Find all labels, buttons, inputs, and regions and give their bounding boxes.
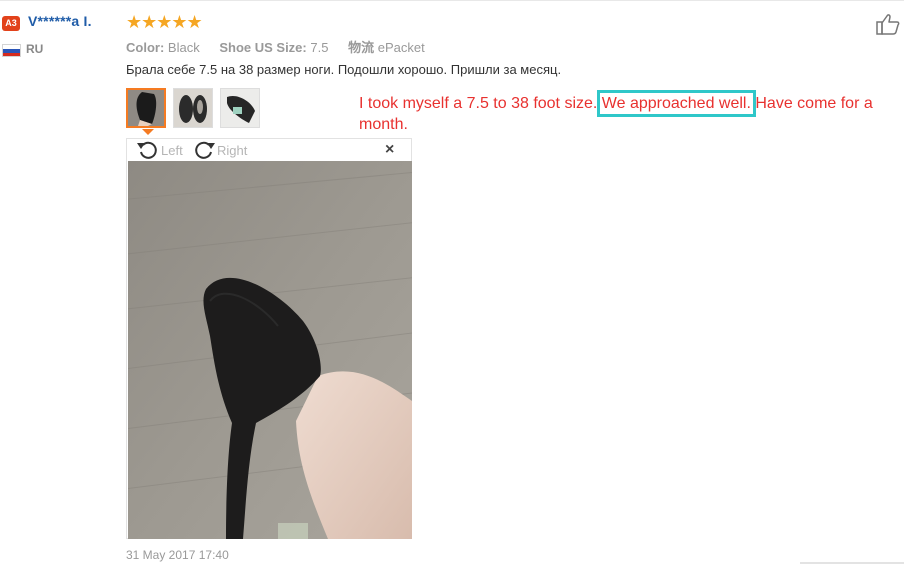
rotate-right-label: Right (217, 142, 248, 158)
rotate-left-icon (137, 141, 157, 159)
rotate-right-button[interactable]: Right (192, 140, 247, 160)
viewer-toolbar: Left Right × (127, 139, 411, 161)
active-thumb-pointer (142, 129, 154, 135)
review-date: 31 May 2017 17:40 (126, 548, 229, 562)
attr-label-shipping: 物流 (348, 40, 375, 55)
rotate-left-button[interactable]: Left (136, 140, 183, 160)
attr-label-size: Shoe US Size: (219, 40, 307, 55)
review-attributes: Color: Black Shoe US Size: 7.5 物流 ePacke… (126, 37, 425, 56)
level-badge: A3 (2, 16, 20, 31)
review-text: Брала себе 7.5 на 38 размер ноги. Подошл… (126, 62, 562, 77)
attr-value-shipping: ePacket (377, 40, 425, 55)
helpful-thumb-up-icon[interactable] (876, 13, 900, 40)
translation-annotation: I took myself a 7.5 to 38 foot size. We … (359, 90, 879, 135)
close-viewer-button[interactable]: × (385, 141, 394, 159)
review-photo (128, 161, 412, 539)
review-photo-thumb-1[interactable] (126, 88, 166, 128)
review-photo-thumb-3[interactable] (220, 88, 260, 128)
review-photo-thumb-2[interactable] (173, 88, 213, 128)
reviewer-name[interactable]: V******a I. (28, 13, 92, 29)
attr-label-color: Color: (126, 40, 165, 55)
star-rating: ★★★★★ (126, 12, 203, 32)
rotate-right-icon (195, 141, 215, 159)
attr-value-size: 7.5 (310, 40, 329, 55)
translation-part-1: I took myself a 7.5 to 38 foot size. (359, 95, 602, 112)
top-divider (0, 0, 904, 1)
reviewer-country: RU (26, 42, 44, 56)
russia-flag-icon (2, 44, 21, 57)
translation-highlight: We approached well. (596, 90, 756, 117)
photo-viewer: Left Right × (126, 138, 412, 539)
rotate-left-label: Left (161, 142, 183, 158)
attr-value-color: Black (167, 40, 200, 55)
